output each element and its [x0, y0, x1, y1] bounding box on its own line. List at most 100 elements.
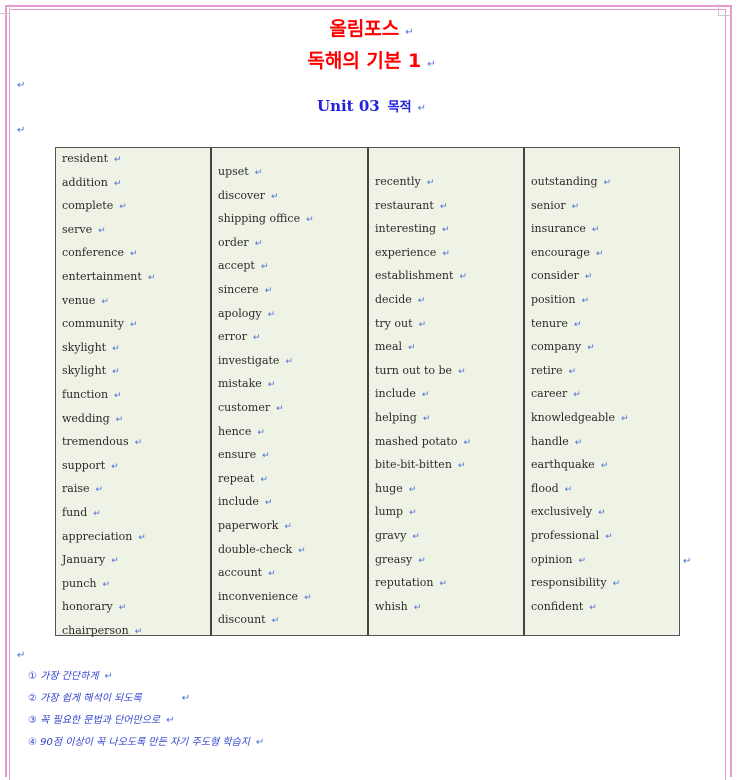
vocabulary-word: customer ↵: [218, 398, 367, 422]
paragraph-mark-icon: ↵: [101, 296, 109, 307]
word-text: consider: [531, 269, 579, 283]
vocabulary-word: shipping office ↵: [218, 209, 367, 233]
vocabulary-word: consider ↵: [531, 266, 679, 290]
word-text: gravy: [375, 528, 407, 542]
vocabulary-word: raise ↵: [62, 479, 210, 503]
word-text: include: [218, 495, 259, 509]
word-text: senior: [531, 198, 566, 212]
vocabulary-word: recently ↵: [375, 172, 523, 196]
word-text: handle: [531, 434, 569, 448]
paragraph-mark-icon: ↵: [427, 59, 436, 70]
word-text: skylight: [62, 340, 107, 354]
word-text: apology: [218, 306, 262, 320]
vocabulary-word: account ↵: [218, 563, 367, 587]
word-text: helping: [375, 410, 417, 424]
paragraph-mark-icon: ↵: [578, 555, 587, 566]
paragraph-mark-icon: ↵: [111, 556, 119, 567]
vocabulary-word: honorary ↵: [62, 597, 210, 621]
vocabulary-word: senior ↵: [531, 196, 679, 220]
vocabulary-word: investigate ↵: [218, 351, 367, 375]
vocabulary-column-4: outstanding ↵ senior ↵ insurance ↵ encourage ↵ c…: [525, 148, 679, 635]
vocabulary-column-3: recently ↵ restaurant ↵ interesting ↵ experien…: [369, 148, 525, 635]
vocabulary-word: serve ↵: [62, 220, 210, 244]
paragraph-mark-icon: ↵: [93, 508, 101, 519]
paragraph-mark-icon: ↵: [113, 178, 122, 189]
vocabulary-word: lump ↵: [375, 502, 523, 526]
document-title: 올림포스 ↵: [0, 14, 743, 41]
word-text: mashed potato: [375, 434, 458, 448]
vocabulary-table: resident ↵ addition ↵ complete ↵ serve ↵ confere…: [55, 147, 680, 637]
paragraph-mark-icon: ↵: [422, 413, 431, 424]
paragraph-mark-icon: ↵: [591, 225, 600, 236]
paragraph-mark-icon: ↵: [304, 592, 312, 603]
vocabulary-word: wedding ↵: [62, 409, 210, 433]
vocabulary-column-2: upset ↵ discover ↵ shipping office ↵ order ↵ acc…: [212, 148, 369, 635]
paragraph-mark-icon: ↵: [111, 461, 119, 472]
word-text: customer: [218, 400, 271, 414]
paragraph-mark-icon: ↵: [138, 532, 146, 543]
vocabulary-word: restaurant ↵: [375, 196, 523, 220]
vocabulary-word: interesting ↵: [375, 219, 523, 243]
word-text: tenure: [531, 316, 568, 330]
word-text: reputation: [375, 576, 434, 590]
vocabulary-word: bite-bit-bitten ↵: [375, 455, 523, 479]
paragraph-mark-icon: ↵: [408, 484, 417, 495]
vocabulary-word: huge ↵: [375, 479, 523, 503]
word-text: punch: [62, 576, 97, 590]
word-text: function: [62, 387, 109, 401]
vocabulary-word: apology ↵: [218, 304, 367, 328]
paragraph-mark-icon: ↵: [413, 602, 422, 613]
vocabulary-word: tremendous ↵: [62, 432, 210, 456]
paragraph-mark-icon: ↵: [17, 650, 26, 661]
vocabulary-word: professional ↵: [531, 526, 679, 550]
word-text: huge: [375, 481, 403, 495]
paragraph-mark-icon: ↵: [260, 474, 268, 485]
paragraph-mark-icon: ↵: [17, 125, 26, 136]
vocabulary-word: turn out to be ↵: [375, 361, 523, 385]
paragraph-mark-icon: ↵: [114, 390, 122, 401]
paragraph-mark-icon: ↵: [595, 248, 604, 259]
paragraph-mark-icon: ↵: [421, 390, 430, 401]
paragraph-mark-icon: ↵: [564, 484, 573, 495]
vocabulary-word: community ↵: [62, 314, 210, 338]
vocabulary-word: reputation ↵: [375, 573, 523, 597]
paragraph-mark-icon: ↵: [457, 461, 466, 472]
paragraph-mark-icon: ↵: [17, 80, 26, 91]
word-text: entertainment: [62, 269, 142, 283]
note-text: ① 가장 간단하게: [28, 671, 99, 682]
unit-topic: 목적: [387, 100, 412, 115]
paragraph-mark-icon: ↵: [104, 671, 113, 682]
paragraph-mark-icon: ↵: [252, 333, 261, 344]
paragraph-mark-icon: ↵: [600, 461, 609, 472]
note-text: ③ 꼭 필요한 문법과 단어만으로: [28, 715, 161, 726]
vocabulary-word: gravy ↵: [375, 526, 523, 550]
word-text: wedding: [62, 411, 110, 425]
vocabulary-word: responsibility ↵: [531, 573, 679, 597]
vocabulary-word: double-check ↵: [218, 540, 367, 564]
vocabulary-word: flood ↵: [531, 479, 679, 503]
word-text: professional: [531, 528, 600, 542]
word-text: investigate: [218, 353, 280, 367]
paragraph-mark-icon: ↵: [442, 248, 450, 259]
vocabulary-word: resident ↵: [62, 149, 210, 173]
word-text: resident: [62, 152, 108, 165]
paragraph-mark-icon: ↵: [276, 403, 284, 414]
study-notes-list: ① 가장 간단하게 ↵ ② 가장 쉽게 해석이 되도록 ↵ ③ 꼭 필요한 문법과 …: [28, 666, 264, 754]
vocabulary-word: insurance ↵: [531, 219, 679, 243]
word-text: exclusively: [531, 505, 593, 519]
vocabulary-word: error ↵: [218, 327, 367, 351]
word-text: discover: [218, 188, 265, 202]
word-text: include: [375, 387, 416, 401]
vocabulary-column-1: resident ↵ addition ↵ complete ↵ serve ↵ confere…: [56, 148, 212, 637]
note-item: ① 가장 간단하게 ↵: [28, 666, 264, 688]
vocabulary-word: hence ↵: [218, 422, 367, 446]
word-text: earthquake: [531, 458, 595, 472]
paragraph-mark-icon: ↵: [112, 343, 120, 354]
word-text: lump: [375, 505, 404, 519]
vocabulary-word: upset ↵: [218, 162, 367, 186]
vocabulary-word: meal ↵: [375, 337, 523, 361]
word-text: outstanding: [531, 175, 598, 188]
vocabulary-word: retire ↵: [531, 361, 679, 385]
paragraph-mark-icon: ↵: [260, 262, 269, 273]
paragraph-mark-icon: ↵: [298, 545, 306, 556]
